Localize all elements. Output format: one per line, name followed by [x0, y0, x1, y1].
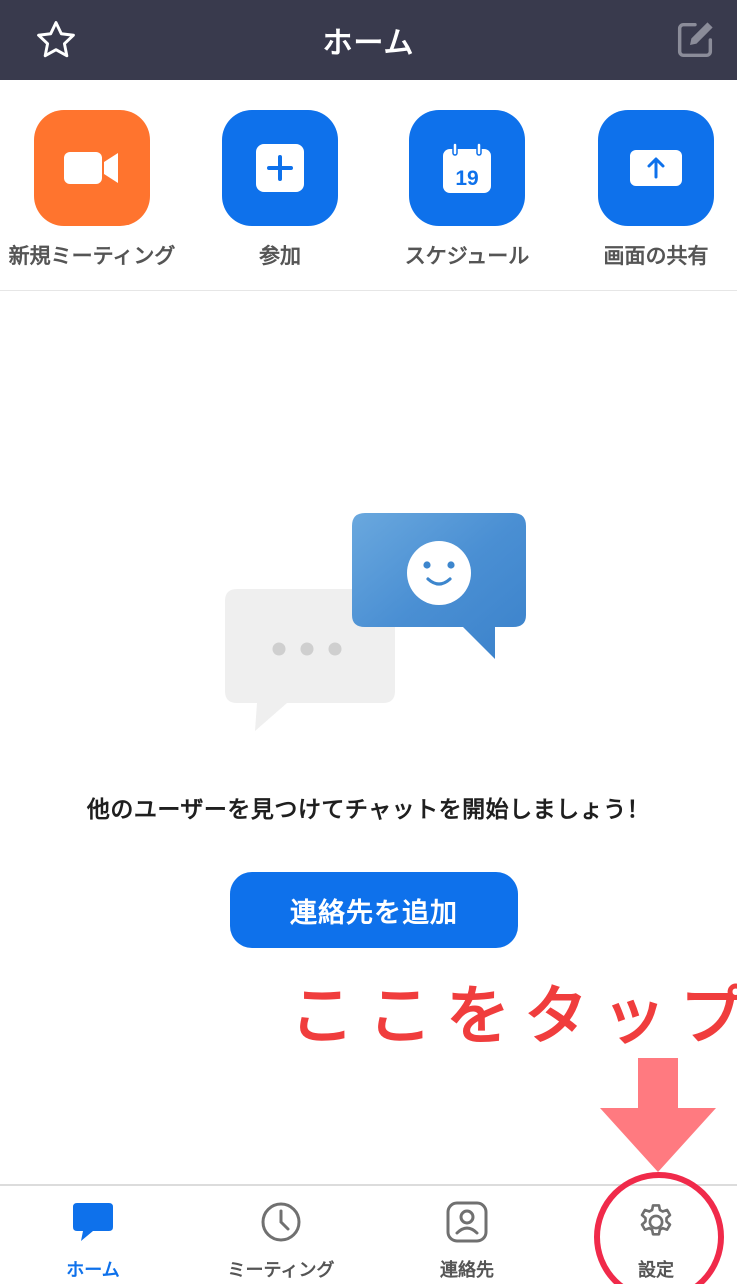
tab-meetings[interactable]: ミーティング [189, 1186, 373, 1284]
schedule-action[interactable]: 19 スケジュール [373, 110, 561, 270]
new-meeting-action[interactable]: 新規ミーティング [0, 110, 186, 270]
down-arrow-icon [600, 1058, 716, 1172]
edit-icon [677, 22, 713, 58]
share-screen-action[interactable]: 画面の共有 [562, 110, 737, 270]
tab-label: ホーム [66, 1260, 120, 1281]
calendar-day-text: 19 [455, 167, 478, 190]
share-screen-icon [630, 150, 682, 186]
chat-illustration [225, 513, 526, 731]
tap-here-annotation: ここをタップ [290, 980, 737, 1054]
add-contact-button[interactable]: 連絡先を追加 [230, 872, 518, 948]
empty-state-message: 他のユーザーを見つけてチャットを開始しましょう！ [86, 797, 651, 823]
chat-bubble-icon [71, 1200, 115, 1244]
action-label: 参加 [259, 244, 301, 268]
action-label: 画面の共有 [603, 244, 709, 268]
new-meeting-button[interactable] [34, 110, 150, 226]
page-title: ホーム [322, 26, 415, 61]
star-icon [37, 21, 75, 58]
action-label: スケジュール [404, 244, 530, 268]
calendar-icon: 19 [443, 142, 491, 193]
share-screen-button[interactable] [598, 110, 714, 226]
tab-label: 連絡先 [440, 1260, 494, 1281]
action-label: 新規ミーティング [8, 244, 176, 268]
schedule-button[interactable]: 19 [409, 110, 525, 226]
video-camera-icon [64, 152, 118, 184]
contact-icon [445, 1200, 489, 1244]
compose-button[interactable] [667, 12, 723, 68]
tab-home[interactable]: ホーム [1, 1186, 185, 1284]
clock-icon [259, 1200, 303, 1244]
favorites-button[interactable] [28, 12, 84, 68]
tab-label: ミーティング [227, 1260, 335, 1281]
tab-contacts[interactable]: 連絡先 [375, 1186, 559, 1284]
join-action[interactable]: 参加 [186, 110, 374, 270]
quick-actions: 新規ミーティング 参加 19 スケジュール 画面の共有 [0, 80, 737, 291]
top-navigation-bar: ホーム [0, 0, 737, 80]
plus-icon [256, 144, 304, 192]
join-button[interactable] [222, 110, 338, 226]
